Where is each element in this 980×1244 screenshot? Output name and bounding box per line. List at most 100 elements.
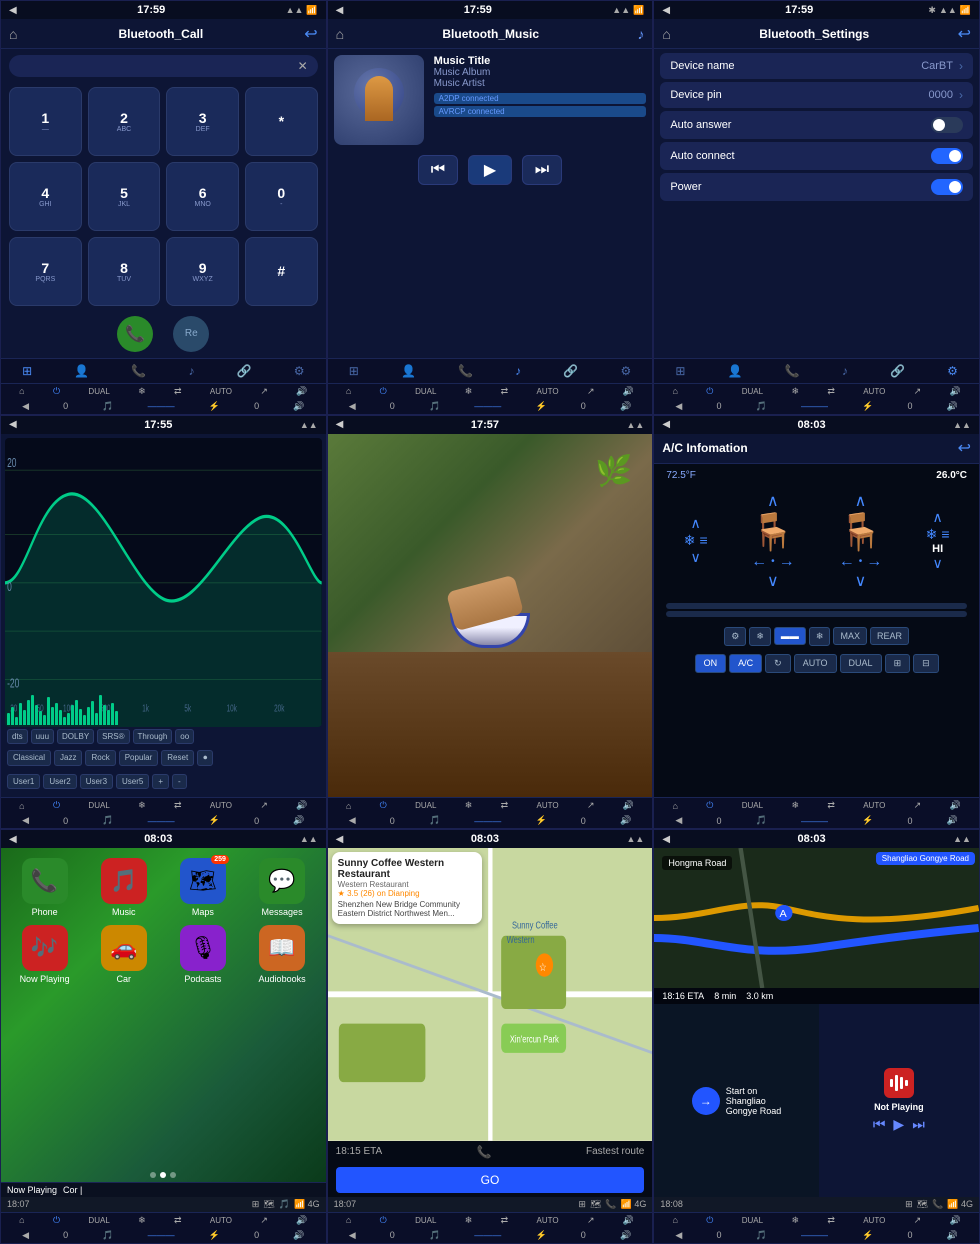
user5-btn[interactable]: User5 — [116, 774, 149, 789]
fan-ctrl[interactable]: ❄ — [749, 627, 771, 646]
settings-ctrl[interactable]: ⚙ — [724, 627, 746, 646]
recir-2[interactable]: ↗ — [587, 386, 595, 397]
home-climate[interactable]: ⌂ — [19, 386, 24, 396]
back-arrow-2[interactable]: ◀ — [336, 5, 344, 16]
setting-power[interactable]: Power — [660, 173, 973, 201]
power-climate[interactable]: ⏻ — [53, 386, 60, 397]
app-car[interactable]: 🚗 Car — [88, 925, 159, 984]
right-arrow[interactable]: → — [779, 553, 795, 571]
nav-music-icon-2[interactable]: ♪ — [511, 362, 525, 380]
up-arrow-left[interactable]: ∧ — [691, 515, 701, 532]
play-button[interactable]: ▶ — [468, 155, 512, 185]
dial-8[interactable]: 8TUV — [88, 237, 161, 306]
level-ctrl[interactable]: ▬▬ — [774, 627, 806, 645]
back-arrow-5[interactable]: ◀ — [336, 419, 344, 430]
back-arrow-4[interactable]: ◀ — [9, 419, 17, 430]
app-messages[interactable]: 💬 Messages — [246, 858, 317, 917]
setting-auto-answer[interactable]: Auto answer — [660, 111, 973, 139]
dolby-btn[interactable]: DOLBY — [57, 729, 94, 744]
vol-2[interactable]: 🔊 — [623, 386, 634, 397]
dial-1[interactable]: 1— — [9, 87, 82, 156]
auto-btn[interactable]: AUTO — [794, 654, 837, 673]
dts-btn[interactable]: dts — [7, 729, 28, 744]
left-arrow[interactable]: ← — [751, 553, 767, 571]
srs-btn[interactable]: SRS® — [97, 729, 129, 744]
dial-hash[interactable]: # — [245, 237, 318, 306]
nav-link-3[interactable]: 🔗 — [886, 362, 909, 380]
auto-answer-toggle[interactable] — [931, 117, 963, 133]
recirculate-btn[interactable]: ↻ — [765, 654, 791, 673]
dial-0[interactable]: 0- — [245, 162, 318, 231]
fan-2[interactable]: ⇄ — [501, 386, 509, 397]
user3-btn[interactable]: User3 — [80, 774, 113, 789]
home-icon-1[interactable]: ⌂ — [9, 26, 17, 42]
nav-music-icon[interactable]: ♪ — [185, 362, 199, 380]
go-button[interactable]: GO — [336, 1167, 645, 1193]
app-nowplaying[interactable]: 🎶 Now Playing — [9, 925, 80, 984]
auto-connect-toggle[interactable] — [931, 148, 963, 164]
nav-grid-icon[interactable]: ⊞ — [18, 362, 36, 380]
down-btn-left[interactable]: ∨ — [767, 571, 779, 591]
snow-2[interactable]: ❄ — [465, 386, 473, 397]
classical-btn[interactable]: Classical — [7, 750, 51, 766]
search-input[interactable] — [19, 60, 298, 72]
down-arrow-left[interactable]: ∨ — [691, 549, 701, 566]
video-player[interactable]: 🌿 — [328, 434, 653, 798]
power-toggle[interactable] — [931, 179, 963, 195]
back-arrow-1[interactable]: ◀ — [9, 5, 17, 16]
rewind-btn[interactable]: ⏮ — [873, 1116, 886, 1133]
back-btn-6[interactable]: ↩ — [958, 438, 971, 458]
up-btn-right[interactable]: ∧ — [855, 491, 867, 511]
nav-user-icon-2[interactable]: 👤 — [397, 362, 420, 380]
next-button[interactable]: ⏭ — [522, 155, 562, 185]
user1-btn[interactable]: User1 — [7, 774, 40, 789]
call-venue-btn[interactable]: 📞 — [477, 1145, 492, 1159]
dial-6[interactable]: 6MNO — [166, 162, 239, 231]
home-2[interactable]: ⌂ — [346, 386, 351, 396]
prev-button[interactable]: ⏮ — [418, 155, 458, 185]
rock-btn[interactable]: Rock — [85, 750, 115, 766]
user2-btn[interactable]: User2 — [43, 774, 76, 789]
dial-star[interactable]: * — [245, 87, 318, 156]
play-pause-btn[interactable]: ▶ — [893, 1116, 904, 1133]
app-podcasts[interactable]: 🎙 Podcasts — [167, 925, 238, 984]
add-preset-btn[interactable]: + — [152, 774, 169, 789]
dual-climate[interactable]: DUAL — [88, 387, 109, 396]
nav-phone-icon[interactable]: 📞 — [127, 362, 150, 380]
fan-climate[interactable]: ⇄ — [174, 386, 182, 397]
dial-3[interactable]: 3DEF — [166, 87, 239, 156]
recir-climate[interactable]: ↗ — [260, 386, 268, 397]
nav-music-3[interactable]: ♪ — [838, 362, 852, 380]
defrost-btn[interactable]: ⊞ — [885, 654, 911, 673]
setting-auto-connect[interactable]: Auto connect — [660, 142, 973, 170]
start-navigation-btn[interactable]: → Start on Shangliao Gongye Road — [654, 1004, 818, 1197]
slider-2[interactable] — [666, 611, 967, 617]
dual-btn[interactable]: DUAL — [840, 654, 882, 673]
extra-btn[interactable]: oo — [175, 729, 194, 744]
back-arrow-7[interactable]: ◀ — [9, 834, 17, 845]
max-ctrl[interactable]: MAX — [833, 627, 867, 645]
reset-btn[interactable]: Reset — [161, 750, 194, 766]
nav-settings-3[interactable]: ⚙ — [943, 362, 962, 380]
back-btn-3[interactable]: ↩ — [958, 24, 971, 44]
dial-2[interactable]: 2ABC — [88, 87, 161, 156]
dial-4[interactable]: 4GHI — [9, 162, 82, 231]
back-arrow-9[interactable]: ◀ — [662, 834, 670, 845]
back-arrow-6[interactable]: ◀ — [662, 419, 670, 430]
on-btn[interactable]: ON — [695, 654, 727, 673]
dot-1[interactable] — [150, 1172, 156, 1178]
clear-icon[interactable]: ✕ — [298, 59, 308, 73]
auto-climate[interactable]: AUTO — [210, 387, 232, 396]
vol-climate[interactable]: 🔊 — [296, 386, 307, 397]
dial-5[interactable]: 5JKL — [88, 162, 161, 231]
dial-7[interactable]: 7PQRS — [9, 237, 82, 306]
nav-settings-icon-2[interactable]: ⚙ — [616, 362, 635, 380]
forward-btn[interactable]: ⏭ — [912, 1116, 925, 1133]
rear-defrost-btn[interactable]: ⊟ — [913, 654, 939, 673]
nav-phone-3[interactable]: 📞 — [781, 362, 804, 380]
redial-button[interactable]: Re — [173, 316, 209, 352]
app-maps[interactable]: 🗺 259 Maps — [167, 858, 238, 917]
search-bar[interactable]: ✕ — [9, 55, 318, 77]
toggle-eq-btn[interactable]: ⏺ — [197, 750, 213, 766]
dot-3[interactable] — [170, 1172, 176, 1178]
